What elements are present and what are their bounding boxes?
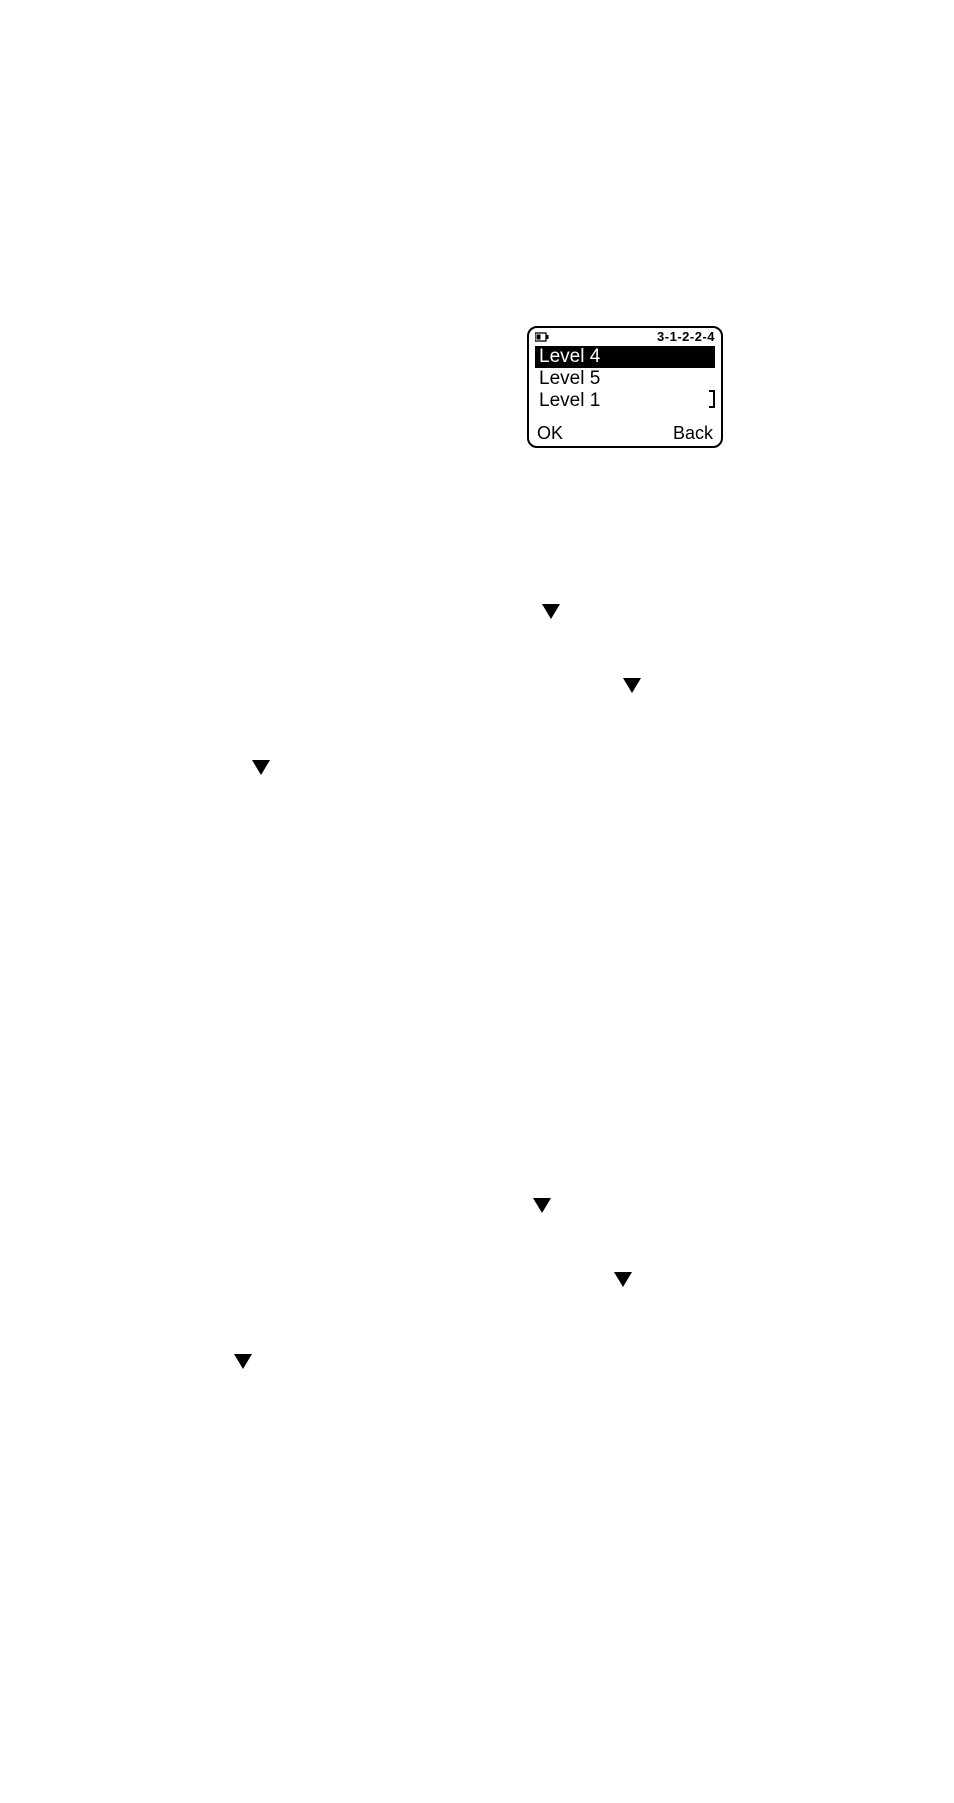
menu-item-level-4[interactable]: Level 4	[535, 346, 715, 368]
triangle-down-icon	[542, 604, 560, 619]
triangle-down-icon	[252, 760, 270, 775]
softkey-back[interactable]: Back	[673, 423, 713, 444]
scroll-indicator	[709, 390, 715, 408]
softkey-row: OK Back	[529, 423, 721, 444]
softkey-ok[interactable]: OK	[537, 423, 563, 444]
triangle-down-icon	[623, 678, 641, 693]
screen-header: 3-1-2-2-4	[529, 328, 721, 344]
lcd-screen: 3-1-2-2-4 Level 4 Level 5 Level 1 OK Bac…	[527, 326, 723, 448]
triangle-down-icon	[234, 1354, 252, 1369]
triangle-down-icon	[614, 1272, 632, 1287]
menu-item-level-1[interactable]: Level 1	[535, 390, 715, 412]
menu-item-level-5[interactable]: Level 5	[535, 368, 715, 390]
menu-code: 3-1-2-2-4	[657, 330, 715, 344]
menu-list: Level 4 Level 5 Level 1	[529, 346, 721, 412]
triangle-down-icon	[533, 1198, 551, 1213]
battery-icon	[535, 332, 549, 342]
